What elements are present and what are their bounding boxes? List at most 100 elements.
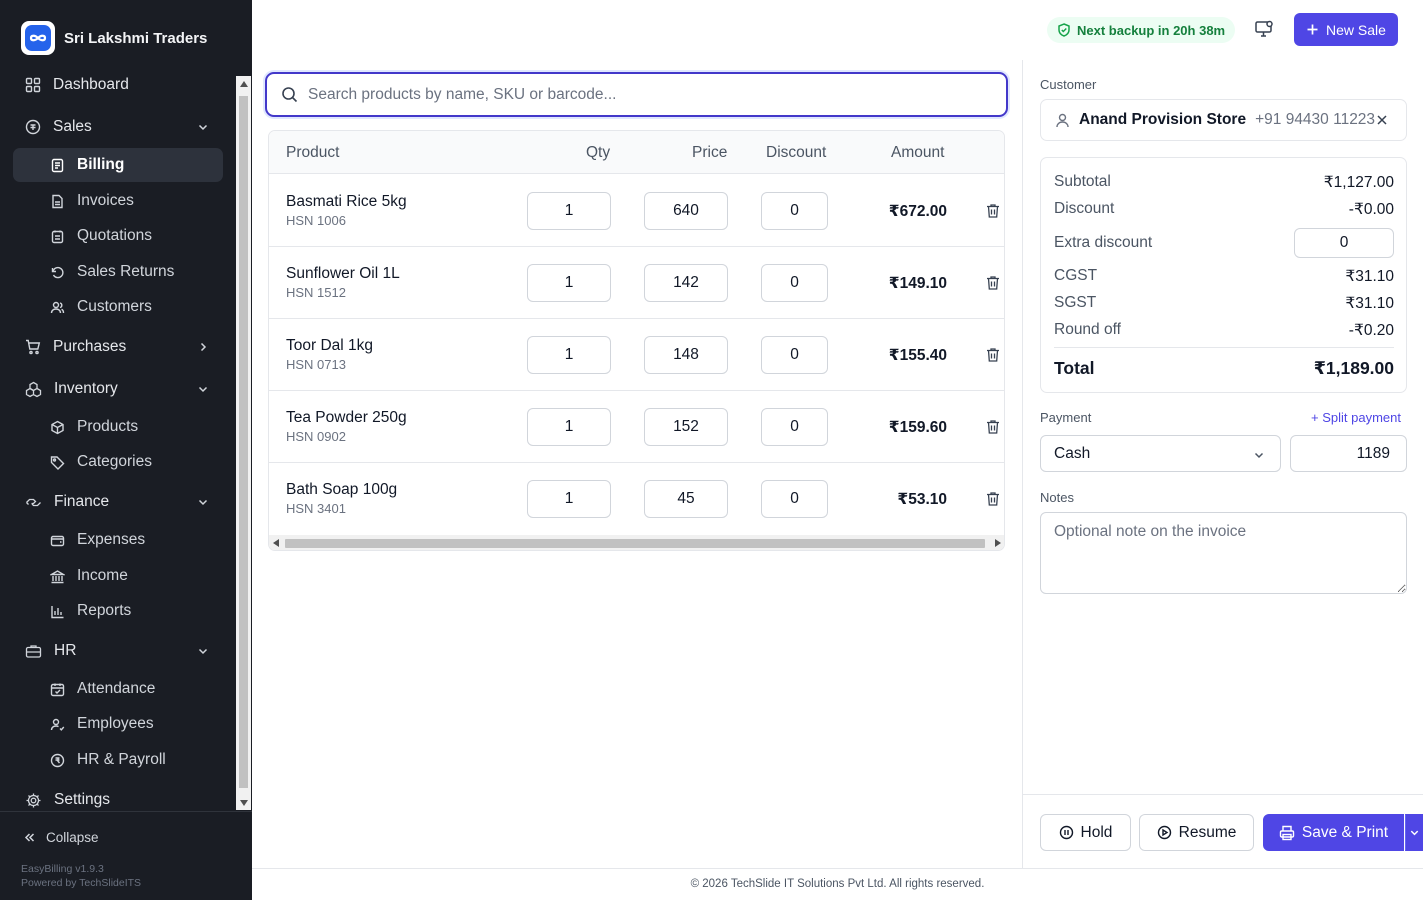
header-product: Product (286, 144, 340, 161)
sidebar-group-hr[interactable]: HR (13, 634, 223, 668)
bill-summary: Subtotal ₹1,127.00 Discount -₹0.00 Extra… (1040, 157, 1407, 393)
chevron-down-icon (198, 124, 208, 131)
sidebar-item-sales-returns[interactable]: Sales Returns (13, 255, 223, 289)
qty-input[interactable] (527, 408, 611, 446)
discount-input[interactable] (761, 264, 828, 302)
line-amount: ₹149.10 (888, 275, 947, 292)
infinity-logo (21, 21, 55, 55)
sidebar-item-label: Quotations (77, 227, 152, 244)
table-row: Toor Dal 1kg HSN 0713 ₹155.40 (269, 319, 1004, 391)
table-row: Basmati Rice 5kg HSN 1006 ₹672.00 (269, 175, 1004, 247)
payment-amount-input[interactable] (1290, 435, 1407, 472)
price-input[interactable] (644, 408, 728, 446)
product-name: Basmati Rice 5kg (286, 193, 407, 210)
discount-input[interactable] (761, 192, 828, 230)
sidebar-item-employees[interactable]: Employees (13, 707, 223, 741)
trash-icon[interactable] (986, 275, 1000, 291)
sidebar-item-dashboard[interactable]: Dashboard (13, 68, 223, 102)
product-search[interactable] (265, 72, 1008, 117)
sidebar-item-label: Reports (77, 602, 132, 619)
qty-input[interactable] (527, 264, 611, 302)
sidebar-item-hr-payroll[interactable]: HR & Payroll (13, 743, 223, 777)
discount-label: Discount (1054, 200, 1115, 217)
return-icon (51, 266, 64, 278)
product-hsn: HSN 1006 (286, 213, 346, 228)
sidebar-item-expenses[interactable]: Expenses (13, 523, 223, 557)
table-header: Product Qty Price Discount Amount (269, 131, 1004, 174)
trash-icon[interactable] (986, 419, 1000, 435)
sidebar-item-products[interactable]: Products (13, 410, 223, 444)
payment-method-select[interactable]: Cash (1040, 435, 1281, 472)
sidebar-item-quotations[interactable]: Quotations (13, 219, 223, 253)
qty-input[interactable] (527, 480, 611, 518)
chevron-down-icon (1254, 452, 1264, 459)
brand[interactable]: Sri Lakshmi Traders (21, 21, 207, 55)
monitor-icon[interactable] (1254, 19, 1274, 39)
sidebar-item-label: HR (54, 642, 77, 659)
sidebar-group-purchases[interactable]: Purchases (13, 330, 223, 364)
price-input[interactable] (644, 336, 728, 374)
sidebar-scroll-thumb[interactable] (239, 96, 248, 788)
cgst-value: ₹31.10 (1345, 268, 1394, 285)
price-input[interactable] (644, 192, 728, 230)
sidebar-item-label: Income (77, 567, 128, 584)
product-hsn: HSN 0902 (286, 429, 346, 444)
shield-check-icon (1058, 23, 1070, 37)
table-horizontal-scrollbar[interactable] (269, 535, 1004, 550)
sidebar-item-reports[interactable]: Reports (13, 594, 223, 628)
resume-button[interactable]: Resume (1139, 814, 1254, 851)
save-print-dropdown[interactable] (1405, 814, 1423, 851)
customer-selector[interactable]: Anand Provision Store +91 94430 11223 (1040, 99, 1407, 141)
sidebar-item-billing[interactable]: Billing (13, 148, 223, 182)
scroll-left-arrow[interactable] (273, 539, 279, 547)
save-print-button[interactable]: Save & Print (1263, 814, 1404, 851)
hold-label: Hold (1080, 823, 1113, 841)
price-input[interactable] (644, 264, 728, 302)
trash-icon[interactable] (986, 347, 1000, 363)
scroll-up-arrow[interactable] (236, 76, 251, 91)
collapse-button[interactable]: Collapse (23, 830, 99, 845)
hold-button[interactable]: Hold (1040, 814, 1131, 851)
trash-icon[interactable] (986, 203, 1000, 219)
sidebar-group-inventory[interactable]: Inventory (13, 372, 223, 406)
billing-icon (51, 158, 64, 172)
sidebar-group-finance[interactable]: Finance (13, 485, 223, 519)
discount-input[interactable] (761, 480, 828, 518)
notes-textarea[interactable] (1040, 512, 1407, 594)
search-input[interactable] (308, 85, 968, 104)
extra-discount-input[interactable] (1294, 228, 1394, 258)
trash-icon[interactable] (986, 491, 1000, 507)
table-scroll-thumb[interactable] (285, 539, 985, 548)
product-icon (51, 420, 64, 434)
total-label: Total (1054, 358, 1095, 378)
sidebar-item-invoices[interactable]: Invoices (13, 184, 223, 218)
tag-icon (50, 455, 65, 470)
sidebar-item-label: Sales (53, 118, 92, 135)
qty-input[interactable] (527, 192, 611, 230)
sidebar-item-categories[interactable]: Categories (13, 445, 223, 479)
sidebar-item-label: Billing (77, 156, 125, 173)
resume-label: Resume (1178, 823, 1237, 841)
sidebar-item-attendance[interactable]: Attendance (13, 672, 223, 706)
sidebar-item-label: Finance (54, 493, 110, 510)
sidebar-item-settings[interactable]: Settings (13, 783, 223, 810)
qty-input[interactable] (527, 336, 611, 374)
brand-name: Sri Lakshmi Traders (64, 29, 208, 47)
new-sale-button[interactable]: New Sale (1294, 13, 1398, 46)
sidebar-item-label: Dashboard (53, 76, 129, 93)
discount-input[interactable] (761, 408, 828, 446)
price-input[interactable] (644, 480, 728, 518)
payroll-icon (50, 753, 65, 767)
close-icon[interactable] (1376, 114, 1388, 126)
sales-icon (25, 119, 41, 135)
gear-icon (26, 793, 41, 807)
sidebar-item-label: HR & Payroll (77, 751, 166, 768)
scroll-right-arrow[interactable] (995, 539, 1001, 547)
split-payment-link[interactable]: + Split payment (1311, 410, 1401, 425)
sidebar-group-sales[interactable]: Sales (13, 110, 223, 144)
sidebar-item-label: Attendance (77, 680, 156, 697)
scroll-down-arrow[interactable] (236, 795, 251, 810)
sidebar-item-customers[interactable]: Customers (13, 290, 223, 324)
discount-input[interactable] (761, 336, 828, 374)
sidebar-item-income[interactable]: Income (13, 559, 223, 593)
